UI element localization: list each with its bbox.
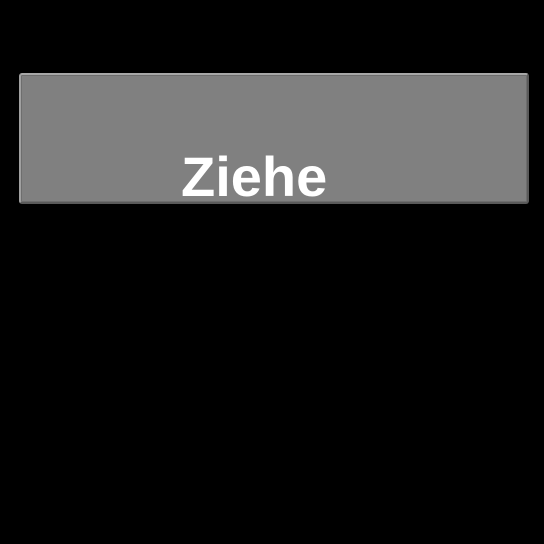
ziehe-button[interactable]: Ziehe: [19, 73, 529, 208]
screen-canvas: Ziehe: [0, 0, 544, 544]
ziehe-button-label: Ziehe: [181, 145, 328, 208]
